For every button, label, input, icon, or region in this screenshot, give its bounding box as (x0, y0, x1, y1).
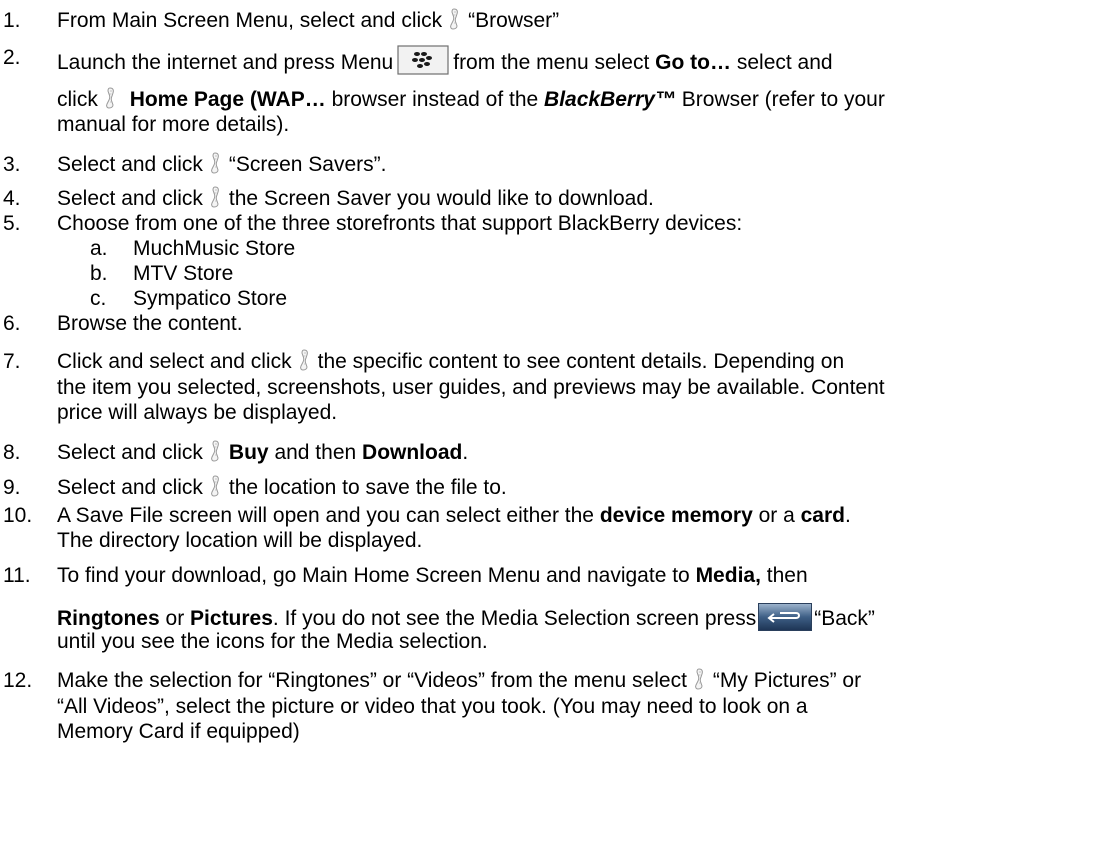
step-text: select and (736, 51, 833, 74)
step-number: 1. (3, 9, 21, 32)
step-text: Select and click (57, 187, 203, 210)
storefront-item: a. MuchMusic Store (90, 236, 295, 262)
step-number: 8. (3, 441, 21, 464)
step-text: the location to save the file to. (228, 476, 507, 499)
step-text: the specific content to see content deta… (317, 350, 845, 373)
step-text: from the menu select (453, 51, 650, 74)
trackwheel-click-icon (209, 475, 223, 497)
step-number: 7. (3, 350, 21, 373)
step-text: Select and click (57, 441, 203, 464)
sub-letter: a. (90, 237, 108, 260)
step-text: Memory Card if equipped) (57, 720, 300, 743)
sub-letter: c. (90, 287, 107, 310)
step-number: 11. (3, 564, 31, 587)
step-text: the Screen Saver you would like to downl… (228, 187, 654, 210)
step-number: 6. (3, 312, 21, 335)
step-text: Select and click (57, 476, 203, 499)
step-text: the item you selected, screenshots, user… (57, 376, 885, 399)
sub-letter: b. (90, 262, 108, 285)
sub-text: MuchMusic Store (133, 237, 296, 260)
step-number: 2. (3, 46, 21, 69)
step-bold: device memory (599, 504, 753, 527)
step-text: Launch the internet and press Menu (57, 51, 394, 74)
step-text: then (766, 564, 808, 587)
sub-text: MTV Store (133, 262, 234, 285)
trackwheel-click-icon (104, 87, 118, 109)
step-bold: card (800, 504, 845, 527)
step-text: . If you do not see the Media Selection … (272, 607, 757, 630)
step-text: Click and select and click (57, 350, 292, 373)
step-bold: Ringtones (57, 607, 160, 630)
sub-text: Sympatico Store (133, 287, 288, 310)
step-number: 10. (3, 504, 33, 527)
trackwheel-click-icon (298, 349, 312, 371)
step-text: and then (274, 441, 357, 464)
trackwheel-click-icon (209, 186, 223, 208)
step-text: Choose from one of the three storefronts… (57, 212, 743, 235)
trackwheel-click-icon (448, 8, 462, 30)
step-bold: Home Page (WAP… (129, 88, 326, 111)
trackwheel-click-icon (209, 440, 223, 462)
back-key-icon (758, 603, 813, 631)
step-text: or a (758, 504, 795, 527)
step-text: “All Videos”, select the picture or vide… (57, 695, 808, 718)
step-bold: Media, (695, 564, 761, 587)
step-number: 5. (3, 212, 21, 235)
step-number: 3. (3, 153, 21, 176)
blackberry-menu-key-icon (397, 45, 449, 75)
step-text: The directory location will be displayed… (57, 529, 423, 552)
trackwheel-click-icon (209, 152, 223, 174)
step-text: Make the selection for “Ringtones” or “V… (57, 669, 687, 692)
step-text: From Main Screen Menu, select and click (57, 9, 443, 32)
step-text: . (462, 441, 469, 464)
step-text: “Back” (814, 607, 875, 630)
step-text: manual for more details). (57, 113, 290, 136)
step-bold: Buy (228, 441, 269, 464)
trackwheel-click-icon (693, 668, 707, 690)
step-text: . (844, 504, 851, 527)
step-bold: Go to… (655, 51, 731, 74)
step-text: To find your download, go Main Home Scre… (57, 564, 690, 587)
step-text: “Screen Savers”. (228, 153, 387, 176)
step-text: or (165, 607, 185, 630)
step-text: “My Pictures” or (712, 669, 862, 692)
step-text: A Save File screen will open and you can… (57, 504, 594, 527)
storefront-item: b. MTV Store (90, 261, 233, 287)
step-bold-italic: BlackBerry™ (544, 88, 676, 111)
step-bold: Pictures (190, 607, 273, 630)
step-text: click (57, 88, 98, 111)
step-text: Browser (refer to your (681, 88, 885, 111)
step-text: until you see the icons for the Media se… (57, 630, 488, 653)
step-bold: Download (362, 441, 463, 464)
step-number: 12. (3, 669, 33, 692)
step-number: 4. (3, 187, 21, 210)
step-text: price will always be displayed. (57, 401, 338, 424)
storefront-item: c. Sympatico Store (90, 286, 287, 312)
step-text: Select and click (57, 153, 203, 176)
step-text: Browse the content. (57, 312, 243, 335)
step-number: 9. (3, 476, 21, 499)
step-text: “Browser” (468, 9, 560, 32)
step-text: browser instead of the (331, 88, 539, 111)
